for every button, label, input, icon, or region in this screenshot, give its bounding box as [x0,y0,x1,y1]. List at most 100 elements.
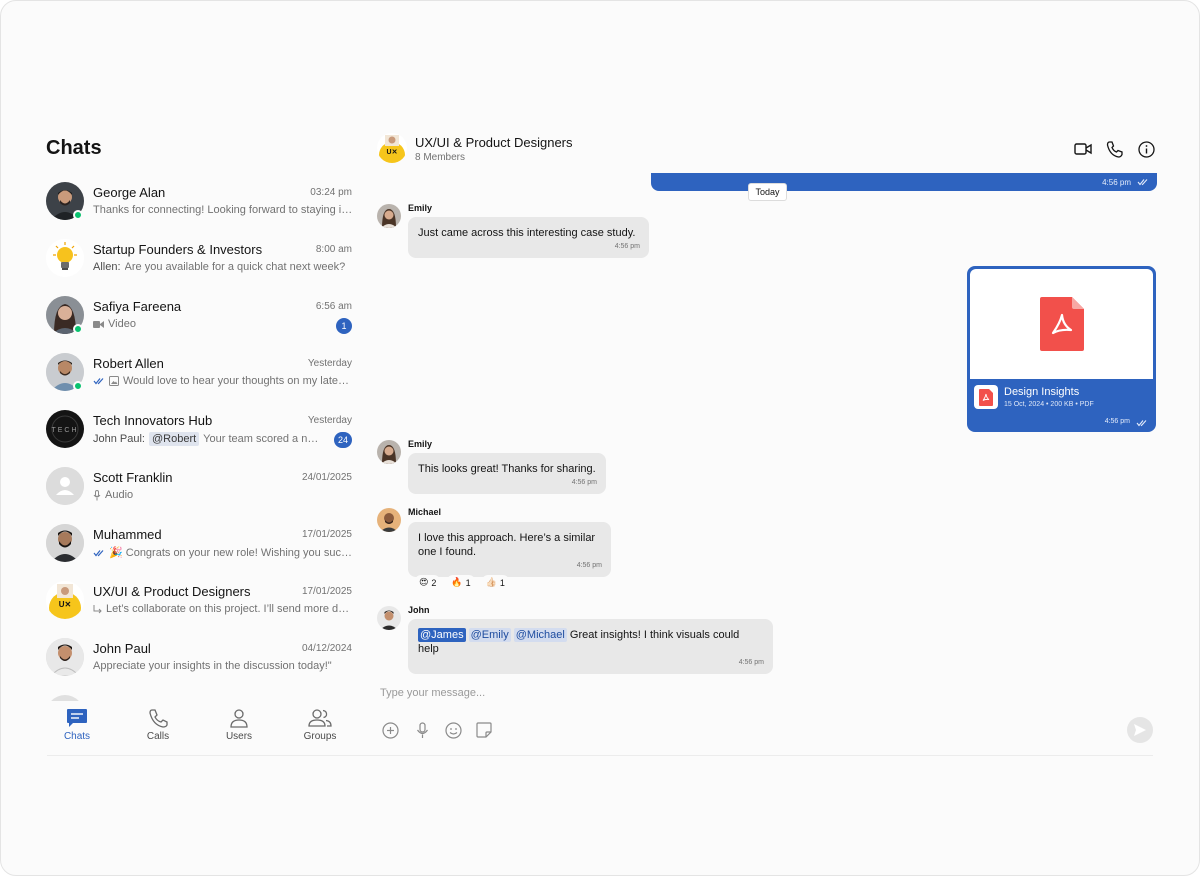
reaction-emoji: 👍🏻 [485,577,497,587]
sender-avatar[interactable] [377,204,401,228]
nav-label: Users [225,731,253,742]
voice-call-button[interactable] [1104,139,1124,159]
mention-james[interactable]: @James [418,628,466,642]
svg-text:TECH: TECH [51,427,78,434]
chat-time: 17/01/2025 [301,586,352,597]
app-window: Chats George Alan 03:24 pm Thanks for co… [0,0,1200,876]
chat-time: 24/01/2025 [301,472,352,483]
preview-text: Video [108,318,136,330]
chat-name: Muhammed [93,527,162,542]
sender-name: John [408,605,430,615]
message-list[interactable]: 4:56 pm Today Emily Just came across thi… [377,171,1161,674]
chat-item-partial[interactable] [37,687,363,701]
chat-name: UX/UI & Product Designers [93,584,251,599]
chat-time: 03:24 pm [310,187,352,198]
nav-chats[interactable]: Chats [42,708,112,742]
unread-badge: 1 [336,318,352,334]
preview-text: Let’s collaborate on this project. I’ll … [106,603,353,615]
sender-avatar[interactable] [377,606,401,630]
reaction-bar: 😍 2 🔥 1 👍🏻 1 [414,575,510,590]
preview-text: Would love to hear your thoughts on my l… [123,375,353,387]
message-input[interactable] [377,683,1077,703]
reaction-count: 2 [431,577,437,588]
message-time: 4:56 pm [576,562,602,569]
chat-name: George Alan [93,185,166,200]
info-button[interactable] [1136,139,1156,159]
phone-icon [149,709,168,728]
smiley-icon [444,721,462,739]
nav-users[interactable]: Users [204,708,274,742]
chat-item-safiya-fareena[interactable]: Safiya Fareena 6:56 am Video 1 [37,288,363,345]
preview-text: Are you available for a quick chat next … [124,261,346,273]
file-attachment-message[interactable]: Design Insights 15 Oct, 2024 • 200 KB • … [967,266,1156,432]
image-icon [109,376,119,386]
incoming-message[interactable]: I love this approach. Here’s a similar o… [408,522,611,577]
avatar: TECH [46,410,84,448]
chat-bubble-icon [67,709,87,727]
mention-chip: @Robert [148,432,200,446]
voice-record-button[interactable] [412,720,432,740]
chat-item-startup-founders[interactable]: Startup Founders & Investors 8:00 am All… [37,231,363,288]
pdf-file-icon [974,385,998,409]
reaction-chip[interactable]: 😍 2 [414,575,442,590]
message-time: 4:56 pm [1104,418,1130,425]
send-button[interactable] [1127,717,1153,743]
chat-preview: Thanks for connecting! Looking forward t… [93,204,353,216]
sender-avatar[interactable] [377,440,401,464]
sender-name: Emily [408,439,433,449]
online-status-dot [73,210,83,220]
group-avatar[interactable]: U✕ [377,133,407,163]
file-preview[interactable] [970,269,1153,379]
chat-item-george-alan[interactable]: George Alan 03:24 pm Thanks for connecti… [37,174,363,231]
send-icon [1134,724,1146,736]
chat-item-robert-allen[interactable]: Robert Allen Yesterday Would love to hea… [37,345,363,402]
incoming-message[interactable]: @James @Emily @Michael Great insights! I… [408,619,773,674]
chat-name: Scott Franklin [93,470,173,485]
mention-michael[interactable]: @Michael [513,628,567,642]
chat-item-ux-ui-product-designers[interactable]: U✕ UX/UI & Product Designers 17/01/2025 … [37,573,363,630]
chat-preview: John Paul: @Robert Your team scored a ne… [93,432,323,446]
video-icon [93,320,104,328]
message-text-line: one I found. [418,546,477,558]
reaction-chip[interactable]: 👍🏻 1 [480,575,510,590]
message-text-line: I love this approach. Here’s a similar [418,532,596,544]
reaction-chip[interactable]: 🔥 1 [446,575,476,590]
sticker-button[interactable] [474,720,494,740]
reaction-count: 1 [499,577,505,588]
online-status-dot [73,324,83,334]
video-camera-icon [1074,143,1092,155]
message-time: 4:56 pm [614,243,640,250]
emoji-button[interactable] [443,720,463,740]
incoming-message[interactable]: This looks great! Thanks for sharing. 4:… [408,453,606,494]
chat-preview: Appreciate your insights in the discussi… [93,660,353,672]
users-icon [308,709,332,727]
attach-button[interactable] [380,720,400,740]
mention-emily[interactable]: @Emily [468,628,511,642]
unread-badge: 24 [333,432,352,448]
date-separator: Today [748,183,787,201]
info-icon [1137,140,1155,158]
sticker-icon [476,722,492,738]
incoming-message[interactable]: Just came across this interesting case s… [408,217,649,258]
sender-avatar[interactable] [377,508,401,532]
chat-item-tech-innovators-hub[interactable]: TECH Tech Innovators Hub Yesterday John … [37,402,363,459]
double-check-icon [93,549,104,556]
chat-preview: Would love to hear your thoughts on my l… [93,375,353,387]
double-check-icon [1137,179,1148,186]
avatar [46,467,84,505]
chat-item-muhammed[interactable]: Muhammed 17/01/2025 🎉 Congrats on your n… [37,516,363,573]
plus-circle-icon [381,721,399,739]
outgoing-message[interactable]: 4:56 pm [651,173,1157,191]
svg-text:U✕: U✕ [59,600,71,609]
preview-sender: Allen: [93,261,121,273]
message-time: 4:56 pm [1102,178,1131,187]
chat-preview: Allen: Are you available for a quick chat… [93,261,353,273]
nav-calls[interactable]: Calls [123,708,193,742]
message-time: 4:56 pm [738,659,764,666]
online-status-dot [73,381,83,391]
chat-list[interactable]: George Alan 03:24 pm Thanks for connecti… [37,174,363,701]
video-call-button[interactable] [1073,139,1093,159]
chat-item-scott-franklin[interactable]: Scott Franklin 24/01/2025 Audio [37,459,363,516]
chat-item-john-paul[interactable]: John Paul 04/12/2024 Appreciate your ins… [37,630,363,687]
nav-groups[interactable]: Groups [285,708,355,742]
